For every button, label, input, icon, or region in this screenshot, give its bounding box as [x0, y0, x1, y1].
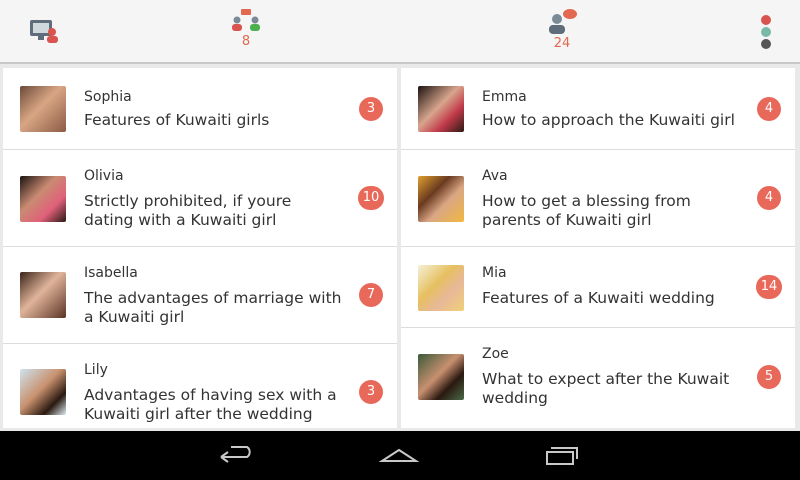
avatar — [418, 354, 464, 400]
author-name: Zoe — [482, 346, 509, 362]
avatar — [20, 272, 66, 318]
more-options-button[interactable] — [758, 14, 774, 50]
home-icon — [378, 448, 420, 462]
list-item[interactable]: Sophia Features of Kuwaiti girls 3 — [3, 68, 397, 150]
topic-title: Features of a Kuwaiti wedding — [482, 289, 715, 307]
list-item[interactable]: Emma How to approach the Kuwaiti girl 4 — [401, 68, 795, 150]
reply-count-badge: 10 — [358, 186, 384, 210]
top-toolbar: 8 24 — [0, 0, 800, 64]
author-name: Sophia — [84, 89, 132, 105]
list-item[interactable]: Lily Advantages of having sex with a Kuw… — [3, 344, 397, 428]
list-item[interactable]: Olivia Strictly prohibited, if youre dat… — [3, 150, 397, 247]
list-item[interactable]: Ava How to get a blessing from parents o… — [401, 150, 795, 247]
recent-apps-button[interactable] — [531, 441, 591, 471]
chat-room-button[interactable] — [28, 18, 60, 44]
group-chat-icon — [232, 9, 260, 31]
avatar — [20, 176, 66, 222]
avatar — [418, 265, 464, 311]
avatar — [418, 176, 464, 222]
reply-count-badge: 7 — [359, 283, 383, 307]
topic-title: What to expect after the Kuwait wedding — [482, 370, 730, 407]
back-button[interactable] — [207, 441, 267, 471]
topics-list: Sophia Features of Kuwaiti girls 3 Olivi… — [3, 68, 797, 428]
avatar — [418, 86, 464, 132]
avatar — [20, 86, 66, 132]
author-name: Emma — [482, 89, 527, 105]
topic-title: Advantages of having sex with a Kuwaiti … — [84, 386, 337, 423]
user-messages-count: 24 — [553, 36, 571, 51]
topic-title: How to get a blessing from parents of Ku… — [482, 192, 691, 229]
right-column: Emma How to approach the Kuwaiti girl 4 … — [401, 68, 795, 428]
topic-title: Strictly prohibited, if youre dating wit… — [84, 192, 292, 229]
list-item[interactable]: Mia Features of a Kuwaiti wedding 14 — [401, 247, 795, 328]
list-item[interactable]: Zoe What to expect after the Kuwait wedd… — [401, 328, 795, 428]
reply-count-badge: 4 — [757, 186, 781, 210]
user-messages-button[interactable]: 24 — [545, 8, 579, 51]
list-item[interactable]: Isabella The advantages of marriage with… — [3, 247, 397, 344]
topic-title: Features of Kuwaiti girls — [84, 111, 270, 129]
topic-title: How to approach the Kuwaiti girl — [482, 111, 735, 129]
author-name: Mia — [482, 265, 507, 281]
system-navigation-bar — [0, 431, 800, 480]
reply-count-badge: 4 — [757, 97, 781, 121]
left-column: Sophia Features of Kuwaiti girls 3 Olivi… — [3, 68, 397, 428]
author-name: Isabella — [84, 265, 138, 281]
home-button[interactable] — [369, 441, 429, 471]
author-name: Ava — [482, 168, 508, 184]
author-name: Olivia — [84, 168, 124, 184]
group-chat-count: 8 — [241, 34, 251, 49]
avatar — [20, 369, 66, 415]
group-chat-button[interactable]: 8 — [229, 8, 263, 49]
reply-count-badge: 14 — [756, 275, 782, 299]
more-dots-icon — [761, 15, 771, 49]
recent-apps-icon — [546, 447, 578, 465]
reply-count-badge: 5 — [757, 365, 781, 389]
reply-count-badge: 3 — [359, 97, 383, 121]
reply-count-badge: 3 — [359, 380, 383, 404]
author-name: Lily — [84, 362, 108, 378]
user-messages-icon — [549, 9, 577, 34]
topic-title: The advantages of marriage with a Kuwait… — [84, 289, 342, 326]
back-icon — [220, 446, 251, 463]
chat-room-icon — [30, 20, 58, 43]
